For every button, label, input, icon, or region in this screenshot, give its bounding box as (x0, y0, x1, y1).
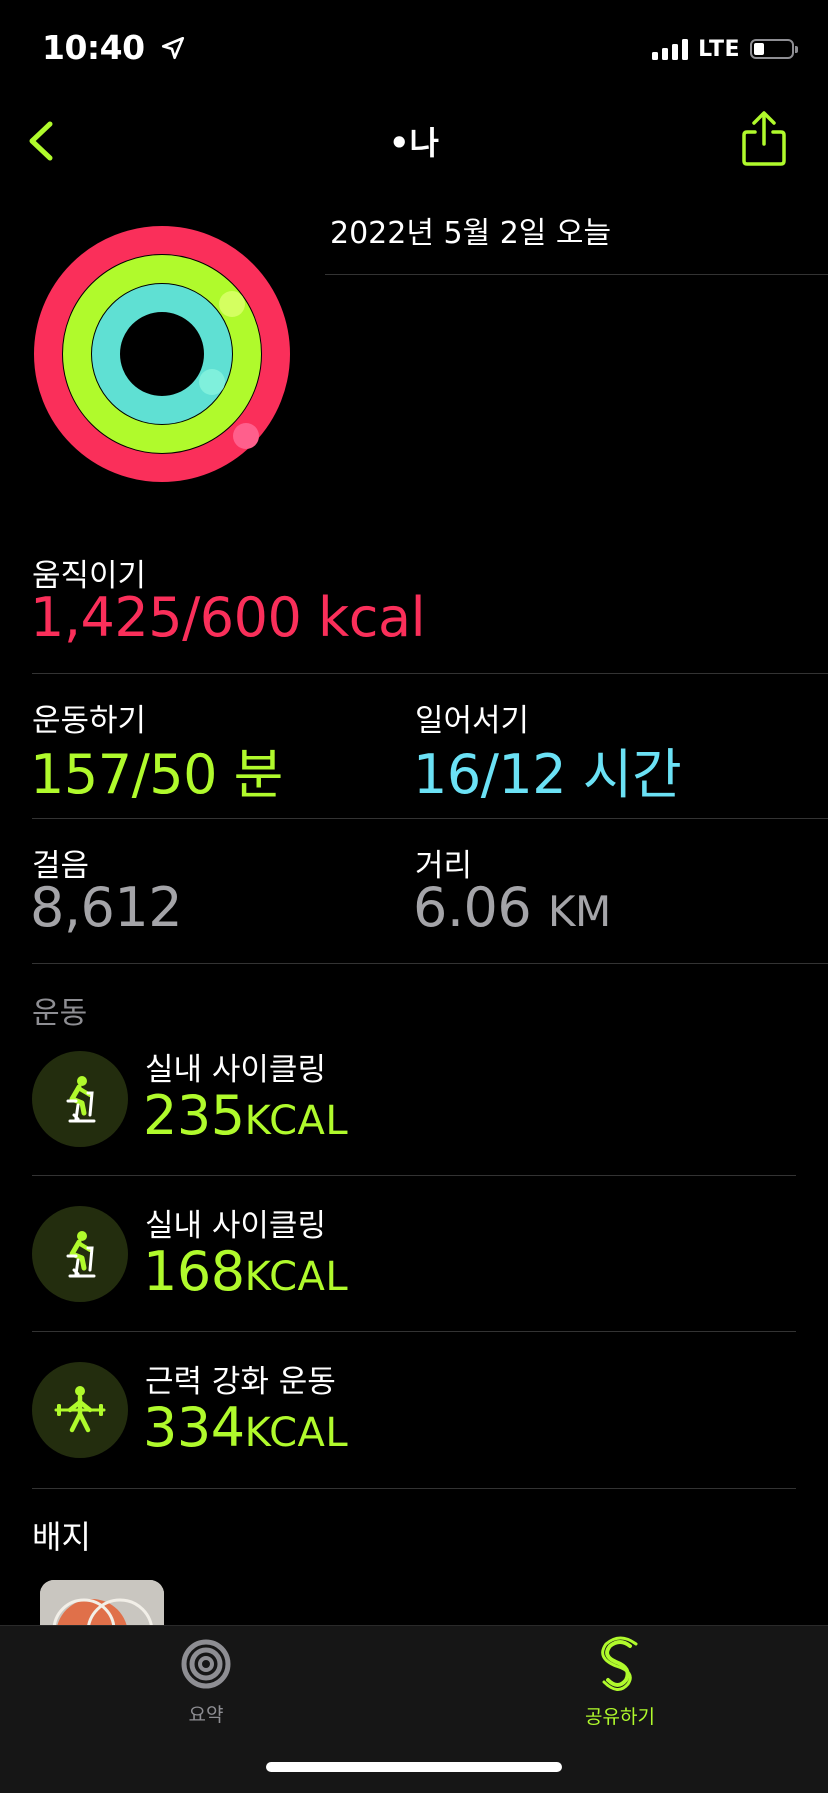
workout-calories-value: 168 (143, 1240, 245, 1303)
workout-name: 근력 강화 운동 (145, 1364, 336, 1400)
workout-calories-value: 235 (143, 1084, 245, 1147)
indoor-cycle-icon (66, 1076, 96, 1123)
workout-name: 실내 사이클링 (145, 1208, 326, 1244)
share-button[interactable] (740, 110, 788, 168)
move-value: 1,425/600 kcal (30, 586, 426, 649)
workout-calories-unit: KCAL (244, 1254, 349, 1300)
signal-icon (652, 38, 689, 60)
distance-number: 6.06 (413, 876, 532, 939)
location-arrow-icon (161, 36, 184, 60)
network-type: LTE (698, 36, 740, 62)
move-ring-cap (233, 423, 259, 449)
divider (32, 1175, 796, 1176)
stand-ring-cap (199, 369, 225, 395)
divider (32, 818, 828, 819)
stand-ring (92, 284, 232, 424)
workouts-header: 운동 (32, 996, 88, 1031)
divider (32, 673, 828, 674)
divider (325, 274, 828, 275)
stand-value: 16/12 시간 (413, 743, 682, 806)
indoor-cycle-icon (32, 1051, 128, 1147)
summary-rings-icon (181, 1639, 231, 1689)
workout-calories: 334KCAL (143, 1396, 348, 1459)
strength-training-icon (54, 1386, 106, 1433)
workout-calories-value: 334 (143, 1396, 245, 1459)
activity-rings[interactable] (32, 224, 292, 484)
home-indicator[interactable] (266, 1762, 562, 1772)
tab-summary-label: 요약 (188, 1704, 224, 1726)
distance-value: 6.06 KM (413, 876, 611, 939)
workout-calories-unit: KCAL (244, 1098, 349, 1144)
tab-sharing-label: 공유하기 (585, 1706, 655, 1728)
date-label: 2022년 5월 2일 오늘 (330, 216, 612, 251)
badges-header: 배지 (32, 1518, 91, 1556)
workout-calories: 235KCAL (143, 1084, 348, 1147)
battery-icon (750, 39, 798, 59)
strength-training-icon (32, 1362, 128, 1458)
status-time-text: 10:40 (42, 28, 145, 67)
page-title: •나 (389, 124, 439, 162)
distance-unit: KM (547, 887, 611, 936)
tab-sharing[interactable]: 공유하기 (530, 1636, 710, 1729)
workout-calories-unit: KCAL (244, 1410, 349, 1456)
indoor-cycle-icon (66, 1231, 96, 1278)
status-indicators: LTE (652, 36, 798, 62)
sharing-icon (601, 1636, 638, 1691)
divider (32, 963, 828, 964)
divider (32, 1331, 796, 1332)
workout-calories: 168KCAL (143, 1240, 348, 1303)
steps-value: 8,612 (30, 876, 183, 939)
workout-name: 실내 사이클링 (145, 1052, 326, 1088)
exercise-value: 157/50 분 (30, 743, 283, 806)
status-time: 10:40 (42, 28, 186, 67)
divider (32, 1488, 796, 1489)
tab-summary[interactable]: 요약 (116, 1638, 296, 1727)
exercise-ring-cap (219, 291, 245, 317)
share-icon (742, 111, 786, 166)
indoor-cycle-icon (32, 1206, 128, 1302)
